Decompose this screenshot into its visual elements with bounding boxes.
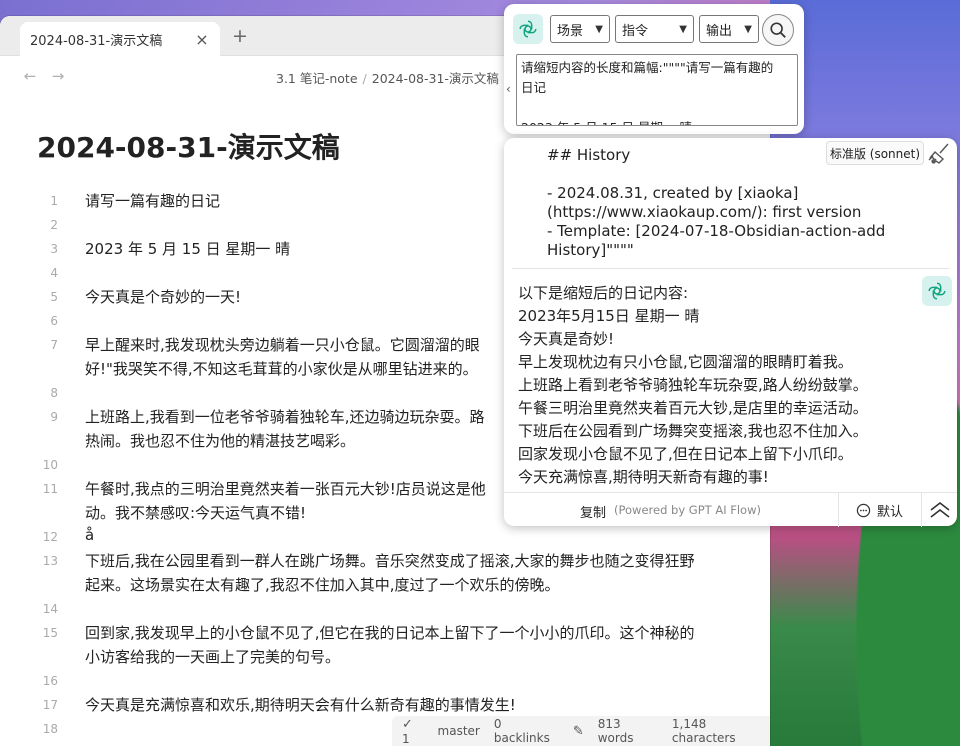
editor-line[interactable]: 下班后,我在公园里看到一群人在跳广场舞。音乐突然变成了摇滚,大家的舞步也随之变得… xyxy=(85,550,695,571)
model-selector[interactable]: 标准版 (sonnet) xyxy=(826,141,924,165)
double-chevron-up-icon[interactable] xyxy=(921,493,957,527)
openai-logo-icon xyxy=(513,14,543,44)
line-number: 11 xyxy=(42,482,58,496)
status-characters: 1,148 characters xyxy=(671,717,736,745)
status-backlinks[interactable]: 0 backlinks xyxy=(494,717,559,745)
close-icon[interactable]: × xyxy=(194,30,210,49)
openai-logo-icon xyxy=(922,276,952,306)
output-select[interactable]: 输出 ▼ xyxy=(699,15,759,43)
page-title[interactable]: 2024-08-31-演示文稿 xyxy=(37,126,340,166)
line-number: 12 xyxy=(42,530,58,544)
line-number: 14 xyxy=(42,602,58,616)
scene-select[interactable]: 场景 ▼ xyxy=(550,15,610,43)
answer-line: 早上发现枕边有只小仓鼠,它圆溜溜的眼睛盯着我。 xyxy=(518,353,853,371)
line-number: 9 xyxy=(50,410,58,424)
editor-line[interactable]: 午餐时,我点的三明治里竟然夹着一张百元大钞!店员说这是他 xyxy=(85,478,486,499)
answer-line: 2023年5月15日 星期一 晴 xyxy=(518,307,700,325)
collapse-left-icon[interactable]: ‹ xyxy=(506,82,511,96)
line-number: 3 xyxy=(50,242,58,256)
response-panel: ## History - 2024.08.31, created by [xia… xyxy=(504,138,957,527)
line-number: 5 xyxy=(50,290,58,304)
editor-line[interactable]: 2023 年 5 月 15 日 星期一 晴 xyxy=(85,238,290,259)
search-button[interactable] xyxy=(762,14,794,46)
copy-button[interactable]: 复制 xyxy=(580,502,606,521)
prompt-panel: 场景 ▼ 指令 ▼ 输出 ▼ ‹ 请缩短内容的长度和篇幅:""""请写一篇有趣的 日记… xyxy=(504,4,804,134)
line-number: 4 xyxy=(50,266,58,280)
check-icon: ✓ xyxy=(402,716,413,732)
default-button[interactable]: 默认 xyxy=(838,493,920,527)
answer-line: 下班后在公园看到广场舞突变摇滚,我也忍不住加入。 xyxy=(518,422,868,440)
line-number: 2 xyxy=(50,218,58,232)
command-select[interactable]: 指令 ▼ xyxy=(615,15,694,43)
breadcrumb-file[interactable]: 2024-08-31-演示文稿 xyxy=(372,71,499,86)
answer-line: 以下是缩短后的日记内容: xyxy=(518,284,689,302)
chevron-down-icon: ▼ xyxy=(744,23,752,35)
status-sync[interactable]: ✓ 1 xyxy=(402,717,424,746)
divider xyxy=(512,268,949,269)
line-number: 13 xyxy=(42,554,58,568)
status-branch[interactable]: master xyxy=(438,724,480,738)
breadcrumb: 3.1 笔记-note / 2024-08-31-演示文稿 xyxy=(276,68,499,87)
line-number: 15 xyxy=(42,626,58,640)
editor-line[interactable]: 热闹。我也忍不住为他的精湛技艺喝彩。 xyxy=(85,430,355,451)
editor-line[interactable]: 好!"我哭笑不得,不知这毛茸茸的小家伙是从哪里钻进来的。 xyxy=(85,358,478,379)
line-number: 1 xyxy=(50,194,58,208)
prompt-textarea[interactable]: 请缩短内容的长度和篇幅:""""请写一篇有趣的 日记 2023 年 5 月 15… xyxy=(516,54,798,126)
status-words: 813 words xyxy=(597,717,634,745)
line-number: 18 xyxy=(42,722,58,736)
line-number: 7 xyxy=(50,338,58,352)
line-number: 16 xyxy=(42,674,58,688)
editor-line[interactable]: 今天真是充满惊喜和欢乐,期待明天会有什么新奇有趣的事情发生! xyxy=(85,694,516,715)
editor-line[interactable]: å xyxy=(85,526,94,544)
arrow-right-icon[interactable]: → xyxy=(48,67,68,85)
plus-icon[interactable]: + xyxy=(232,25,248,47)
chevron-down-icon: ▼ xyxy=(679,23,687,35)
line-number: 10 xyxy=(42,458,58,472)
answer-line: 午餐三明治里竟然夹着百元大钞,是店里的幸运活动。 xyxy=(518,399,868,417)
editor-line[interactable]: 动。我不禁感叹:今天运气真不错! xyxy=(85,502,306,523)
search-icon xyxy=(770,22,786,38)
editor-line[interactable]: 今天真是个奇妙的一天! xyxy=(85,286,241,307)
answer-line: 今天真是奇妙! xyxy=(518,330,615,348)
broom-clear-icon[interactable] xyxy=(926,140,954,168)
editor-line[interactable]: 起来。这场景实在太有趣了,我忍不住加入其中,度过了一个欢乐的傍晚。 xyxy=(85,574,560,595)
line-number: 8 xyxy=(50,386,58,400)
answer-line: 今天充满惊喜,期待明天新奇有趣的事! xyxy=(518,468,769,486)
chevron-down-icon: ▼ xyxy=(595,23,603,35)
editor-line[interactable]: 小访客给我的一天画上了完美的句号。 xyxy=(85,646,340,667)
line-number: 6 xyxy=(50,314,58,328)
powered-by-label: (Powered by GPT AI Flow) xyxy=(614,503,761,517)
tab-title: 2024-08-31-演示文稿 xyxy=(30,33,163,49)
breadcrumb-separator: / xyxy=(362,71,367,86)
editor-line[interactable]: 请写一篇有趣的日记 xyxy=(85,190,220,211)
editor-line[interactable]: 上班路上,我看到一位老爷爷骑着独轮车,还边骑边玩杂耍。路 xyxy=(85,406,485,427)
tab-active-note[interactable]: 2024-08-31-演示文稿 × xyxy=(20,22,220,56)
arrow-left-icon[interactable]: ← xyxy=(20,67,40,85)
chat-bubble-icon xyxy=(856,503,871,517)
answer-line: 回家发现小仓鼠不见了,但在日记本上留下小爪印。 xyxy=(518,445,853,463)
answer-text[interactable]: 以下是缩短后的日记内容: 2023年5月15日 星期一 晴今天真是奇妙! 早上发现枕… xyxy=(518,282,918,489)
status-bar: ✓ 1 master 0 backlinks ✎ 813 words 1,148… xyxy=(392,716,770,746)
answer-line: 上班路上看到老爷爷骑独轮车玩杂耍,路人纷纷鼓掌。 xyxy=(518,376,868,394)
editor-line[interactable]: 回到家,我发现早上的小仓鼠不见了,但它在我的日记本上留下了一个小小的爪印。这个神… xyxy=(85,622,695,643)
line-number: 17 xyxy=(42,698,58,712)
pencil-icon[interactable]: ✎ xyxy=(573,724,584,739)
editor-line[interactable]: 早上醒来时,我发现枕头旁边躺着一只小仓鼠。它圆溜溜的眼 xyxy=(85,334,480,355)
response-footer: 复制 (Powered by GPT AI Flow) 默认 xyxy=(504,492,957,527)
breadcrumb-folder[interactable]: 3.1 笔记-note xyxy=(276,71,358,86)
